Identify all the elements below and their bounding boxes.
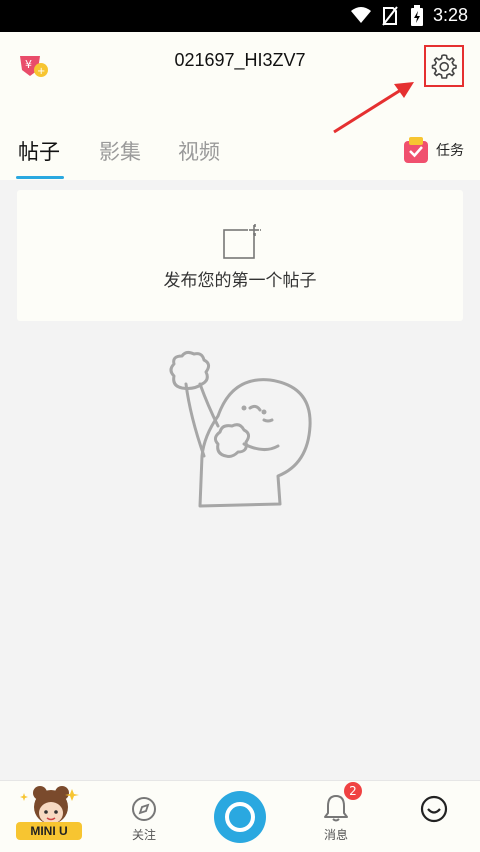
camera-icon [214, 791, 266, 843]
tab-posts[interactable]: 帖子 [18, 136, 60, 166]
clock: 3:28 [432, 5, 468, 25]
no-sim-icon [382, 6, 398, 26]
profile-title: 021697_HI3ZV7 [174, 50, 306, 70]
message-count-badge: 2 [344, 782, 362, 800]
add-post-icon [223, 224, 261, 259]
mini-u-logo-text: MINI U [16, 822, 82, 840]
bottom-navigation: MINI U 关注 消息 [0, 780, 480, 852]
nav-camera-button[interactable] [214, 781, 266, 852]
compass-icon [132, 797, 156, 821]
tab-albums[interactable]: 影集 [99, 136, 141, 166]
nav-profile[interactable] [404, 781, 464, 852]
gear-icon [431, 54, 457, 79]
post-prompt-text: 发布您的第一个帖子 [163, 271, 317, 291]
tab-videos[interactable]: 视频 [178, 136, 220, 166]
smile-icon [420, 795, 448, 823]
profile-header: ¥ + 021697_HI3ZV7 帖子 影集 视频 任务 [0, 32, 480, 180]
wifi-icon [351, 7, 371, 23]
create-post-card[interactable]: 发布您的第一个帖子 [17, 190, 463, 321]
annotation-arrow [333, 82, 414, 134]
nav-follow-label: 关注 [131, 828, 156, 842]
status-bar: 3:28 [0, 0, 480, 32]
task-icon [404, 137, 428, 163]
nav-messages-label: 消息 [323, 828, 348, 842]
tab-bar: 帖子 影集 视频 任务 [0, 132, 480, 180]
empty-state-mascot-illustration [169, 350, 312, 508]
nav-follow[interactable]: 关注 [114, 781, 174, 852]
task-label: 任务 [436, 143, 464, 159]
task-button[interactable]: 任务 [402, 134, 464, 166]
active-tab-indicator [16, 176, 64, 179]
settings-button[interactable] [424, 45, 464, 87]
nav-mini-u[interactable]: MINI U [14, 781, 84, 852]
battery-charging-icon [411, 5, 423, 26]
